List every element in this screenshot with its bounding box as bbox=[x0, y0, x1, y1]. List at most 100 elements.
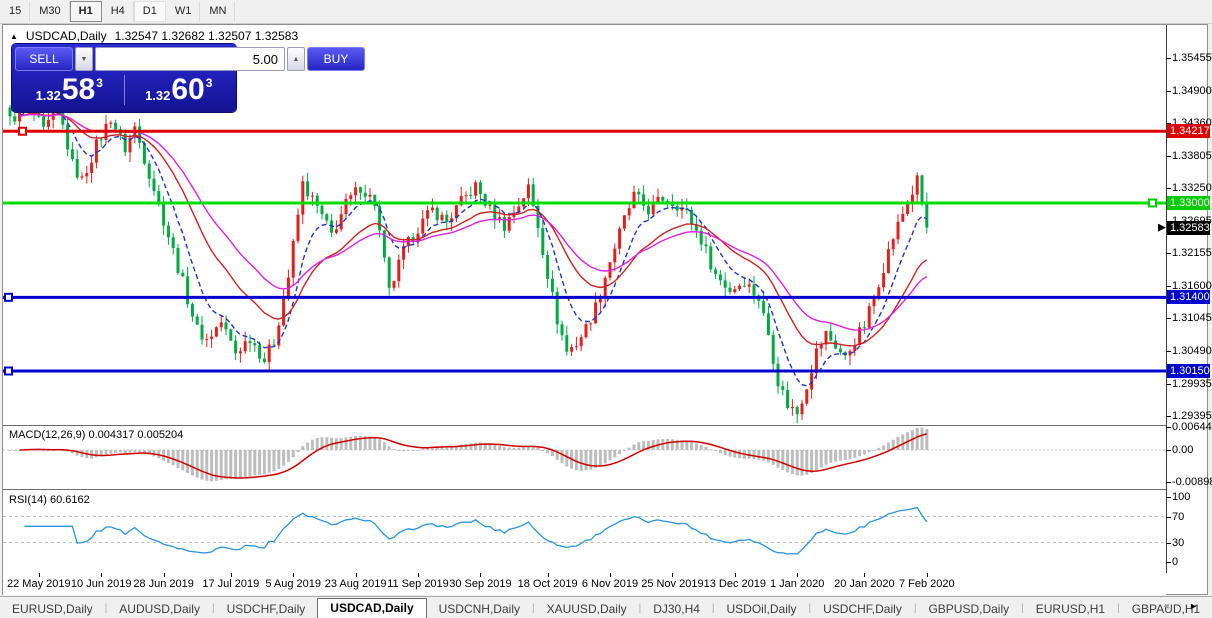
price-label-1.34217: 1.34217 bbox=[1167, 124, 1210, 138]
metatrader-window: 15M30H1H4D1W1MN ▲ USDCAD,Daily 1.32547 1… bbox=[0, 0, 1212, 618]
candles-group bbox=[9, 97, 929, 423]
price-label-1.33000: 1.33000 bbox=[1167, 196, 1210, 210]
time-tick bbox=[356, 573, 357, 577]
price-tick-1.34900: 1.34900 bbox=[1172, 84, 1212, 98]
time-label-11-sep-2019: 11 Sep 2019 bbox=[387, 578, 449, 590]
buy-button[interactable]: BUY bbox=[307, 47, 365, 71]
time-label-30-sep-2019: 30 Sep 2019 bbox=[449, 578, 511, 590]
price-tick-1.32155: 1.32155 bbox=[1172, 246, 1212, 260]
time-tick bbox=[864, 573, 865, 577]
time-label-10-jun-2019: 10 Jun 2019 bbox=[71, 578, 132, 590]
timeframe-button-15[interactable]: 15 bbox=[0, 1, 30, 22]
time-tick bbox=[797, 573, 798, 577]
time-tick bbox=[101, 573, 102, 577]
hline-handle[interactable] bbox=[1149, 200, 1156, 207]
timeframe-button-mn[interactable]: MN bbox=[200, 1, 235, 22]
tab-usdcnh-daily[interactable]: USDCNH,Daily bbox=[427, 601, 532, 618]
price-tick-1.35455: 1.35455 bbox=[1172, 51, 1212, 65]
rsi-tick-30: 30 bbox=[1172, 536, 1184, 550]
rsi-tick-70: 70 bbox=[1172, 510, 1184, 524]
tab-usdcad-daily[interactable]: USDCAD,Daily bbox=[317, 598, 426, 618]
sell-price-sup: 3 bbox=[96, 76, 103, 90]
time-tick bbox=[164, 573, 165, 577]
sell-button[interactable]: SELL bbox=[15, 47, 73, 71]
chart-ohlc-values: 1.32547 1.32682 1.32507 1.32583 bbox=[115, 29, 299, 43]
tab-usdoil-daily[interactable]: USDOil,Daily bbox=[715, 601, 809, 618]
price-tick-1.29935: 1.29935 bbox=[1172, 377, 1212, 391]
tab-eurusd-h1[interactable]: EURUSD,H1 bbox=[1024, 601, 1117, 618]
tab-gbpusd-daily[interactable]: GBPUSD,Daily bbox=[916, 601, 1021, 618]
volume-input[interactable] bbox=[95, 47, 285, 71]
buy-price-display[interactable]: 1.32 60 3 bbox=[125, 75, 234, 105]
tabs-scroll-left-icon[interactable]: ◄ bbox=[1162, 601, 1179, 611]
time-label-20-jan-2020: 20 Jan 2020 bbox=[834, 578, 895, 590]
ma-21-line bbox=[20, 114, 927, 346]
volume-up-button[interactable]: ▲ bbox=[287, 47, 305, 71]
tab-xauusd-daily[interactable]: XAUUSD,Daily bbox=[535, 601, 639, 618]
rsi-chart-canvas[interactable] bbox=[3, 490, 1166, 572]
one-click-trade-widget: SELL ▼ ▲ BUY 1.32 58 3 1.32 60 3 bbox=[12, 44, 236, 112]
time-label-13-dec-2019: 13 Dec 2019 bbox=[704, 578, 766, 590]
time-label-22-may-2019: 22 May 2019 bbox=[7, 578, 71, 590]
macd-tick-0-008982: -0.008982 bbox=[1172, 475, 1212, 489]
ma-8-line bbox=[20, 111, 927, 386]
tab-scroll-arrows: ◄ ► bbox=[1162, 601, 1206, 611]
time-tick bbox=[293, 573, 294, 577]
buy-price-sup: 3 bbox=[206, 76, 213, 90]
time-tick bbox=[672, 573, 673, 577]
timeframe-toolbar: 15M30H1H4D1W1MN bbox=[0, 0, 1212, 24]
timeframe-button-h1[interactable]: H1 bbox=[70, 1, 102, 22]
tabbar-divider bbox=[0, 596, 1212, 597]
price-label-1.32583: 1.32583 bbox=[1167, 221, 1210, 235]
current-price-marker bbox=[1158, 224, 1166, 232]
time-tick bbox=[39, 573, 40, 577]
buy-price-big: 60 bbox=[171, 75, 204, 105]
hline-handle[interactable] bbox=[5, 294, 12, 301]
price-label-1.31400: 1.31400 bbox=[1167, 290, 1210, 304]
time-label-28-jun-2019: 28 Jun 2019 bbox=[133, 578, 194, 590]
sell-price-big: 58 bbox=[62, 75, 95, 105]
macd-indicator-label: MACD(12,26,9) 0.004317 0.005204 bbox=[9, 429, 183, 441]
hline-handle[interactable] bbox=[19, 128, 26, 135]
chart-tab-bar: EURUSD,Daily|AUDUSD,Daily|USDCHF,DailyUS… bbox=[0, 598, 1212, 618]
rsi-line bbox=[24, 508, 926, 555]
timeframe-button-h4[interactable]: H4 bbox=[102, 1, 134, 22]
sell-price-display[interactable]: 1.32 58 3 bbox=[15, 75, 124, 105]
tabs-scroll-right-icon[interactable]: ► bbox=[1189, 601, 1206, 611]
timeframe-button-w1[interactable]: W1 bbox=[166, 1, 201, 22]
buy-price-small: 1.32 bbox=[145, 88, 170, 103]
timeframe-button-m30[interactable]: M30 bbox=[30, 1, 69, 22]
time-label-25-nov-2019: 25 Nov 2019 bbox=[641, 578, 703, 590]
price-tick-1.31045: 1.31045 bbox=[1172, 311, 1212, 325]
price-tick-1.33250: 1.33250 bbox=[1172, 181, 1212, 195]
tab-dj30-h4[interactable]: DJ30,H4 bbox=[641, 601, 712, 618]
macd-tick-0-006448: 0.006448 bbox=[1172, 420, 1212, 434]
tab-audusd-daily[interactable]: AUDUSD,Daily bbox=[107, 601, 212, 618]
timeframe-button-d1[interactable]: D1 bbox=[134, 1, 166, 22]
hline-handle[interactable] bbox=[5, 367, 12, 374]
time-tick bbox=[735, 573, 736, 577]
volume-up-icon: ▲ bbox=[293, 56, 300, 63]
volume-down-icon: ▼ bbox=[81, 56, 88, 63]
macd-tick-0-00: 0.00 bbox=[1172, 443, 1193, 457]
time-label-7-feb-2020: 7 Feb 2020 bbox=[899, 578, 955, 590]
chart-symbol-label: USDCAD,Daily bbox=[26, 29, 107, 43]
tab-usdchf-daily[interactable]: USDCHF,Daily bbox=[811, 601, 914, 618]
volume-down-button[interactable]: ▼ bbox=[75, 47, 93, 71]
collapse-icon[interactable]: ▲ bbox=[10, 32, 18, 41]
time-label-6-nov-2019: 6 Nov 2019 bbox=[582, 578, 638, 590]
time-tick bbox=[548, 573, 549, 577]
price-tick-1.30490: 1.30490 bbox=[1172, 344, 1212, 358]
time-tick bbox=[480, 573, 481, 577]
chart-title: ▲ USDCAD,Daily 1.32547 1.32682 1.32507 1… bbox=[10, 29, 298, 43]
sell-price-small: 1.32 bbox=[36, 88, 61, 103]
time-tick bbox=[231, 573, 232, 577]
time-tick bbox=[610, 573, 611, 577]
tab-eurusd-daily[interactable]: EURUSD,Daily bbox=[0, 601, 105, 618]
time-label-17-jul-2019: 17 Jul 2019 bbox=[202, 578, 259, 590]
tab-usdchf-daily[interactable]: USDCHF,Daily bbox=[215, 601, 318, 618]
price-label-1.30150: 1.30150 bbox=[1167, 364, 1210, 378]
rsi-indicator-label: RSI(14) 60.6162 bbox=[9, 494, 90, 506]
time-label-1-jan-2020: 1 Jan 2020 bbox=[770, 578, 824, 590]
time-label-18-oct-2019: 18 Oct 2019 bbox=[518, 578, 578, 590]
